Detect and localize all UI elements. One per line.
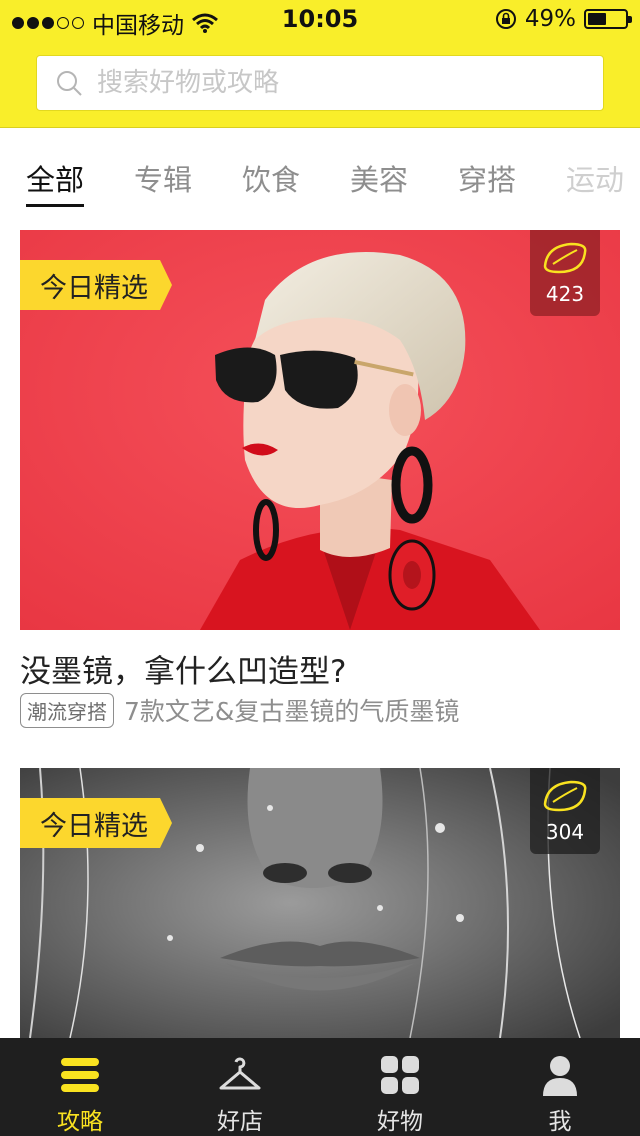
tab-beauty[interactable]: 美容 [350, 157, 408, 199]
lemon-icon [543, 242, 587, 274]
like-count: 423 [545, 282, 585, 306]
like-badge[interactable]: 304 [530, 768, 600, 854]
person-icon [543, 1056, 577, 1096]
article-title[interactable]: 没墨镜，拿什么凹造型? [20, 646, 346, 691]
tab-albums[interactable]: 专辑 [134, 157, 192, 199]
tab-food[interactable]: 饮食 [242, 157, 300, 199]
app-header: 中国移动 10:05 49% [0, 0, 640, 128]
article-description: 7款文艺&复古墨镜的气质墨镜 [124, 697, 460, 726]
tab-sports[interactable]: 运动 [566, 157, 624, 199]
article-meta: 潮流穿搭 7款文艺&复古墨镜的气质墨镜 [20, 692, 459, 728]
lemon-icon [543, 780, 587, 812]
nav-shops-label: 好店 [217, 1109, 263, 1135]
article-card[interactable]: 今日精选 423 没墨镜，拿什么凹造型? 潮流穿搭 7款文艺&复古墨镜的气质墨镜 [20, 230, 620, 730]
status-bar: 中国移动 10:05 49% [0, 0, 640, 40]
search-bar[interactable] [36, 55, 604, 111]
article-card[interactable]: 今日精选 304 [20, 768, 620, 1038]
nav-guide[interactable]: 攻略 [0, 1038, 160, 1136]
nav-goods-label: 好物 [377, 1109, 423, 1135]
tab-outfits[interactable]: 穿搭 [458, 157, 516, 199]
like-count: 304 [545, 820, 585, 844]
tab-all[interactable]: 全部 [26, 157, 85, 207]
nav-shops[interactable]: 好店 [160, 1038, 320, 1136]
article-image[interactable]: 今日精选 304 [20, 768, 620, 1038]
nav-me[interactable]: 我 [480, 1038, 640, 1136]
rotation-lock-icon [495, 9, 516, 29]
search-icon [57, 71, 82, 96]
nav-goods[interactable]: 好物 [320, 1038, 480, 1136]
category-chip[interactable]: 潮流穿搭 [20, 692, 114, 728]
nav-guide-label: 攻略 [57, 1109, 103, 1135]
featured-tag: 今日精选 [20, 260, 172, 310]
featured-tag-label: 今日精选 [20, 260, 160, 310]
featured-tag: 今日精选 [20, 798, 172, 848]
hanger-icon [219, 1057, 261, 1090]
bottom-nav: 攻略 好店 好物 我 [0, 1038, 640, 1136]
article-image[interactable]: 今日精选 423 [20, 230, 620, 630]
battery-icon [584, 9, 632, 29]
nav-me-label: 我 [548, 1109, 572, 1135]
guide-icon [61, 1058, 99, 1092]
search-input[interactable] [97, 68, 577, 98]
featured-tag-label: 今日精选 [20, 798, 160, 848]
grid-icon [381, 1056, 419, 1094]
like-badge[interactable]: 423 [530, 230, 600, 316]
battery-percent: 49% [524, 6, 576, 32]
status-right: 49% [495, 6, 632, 32]
category-tabs: 全部 专辑 饮食 美容 穿搭 运动 [0, 129, 640, 229]
